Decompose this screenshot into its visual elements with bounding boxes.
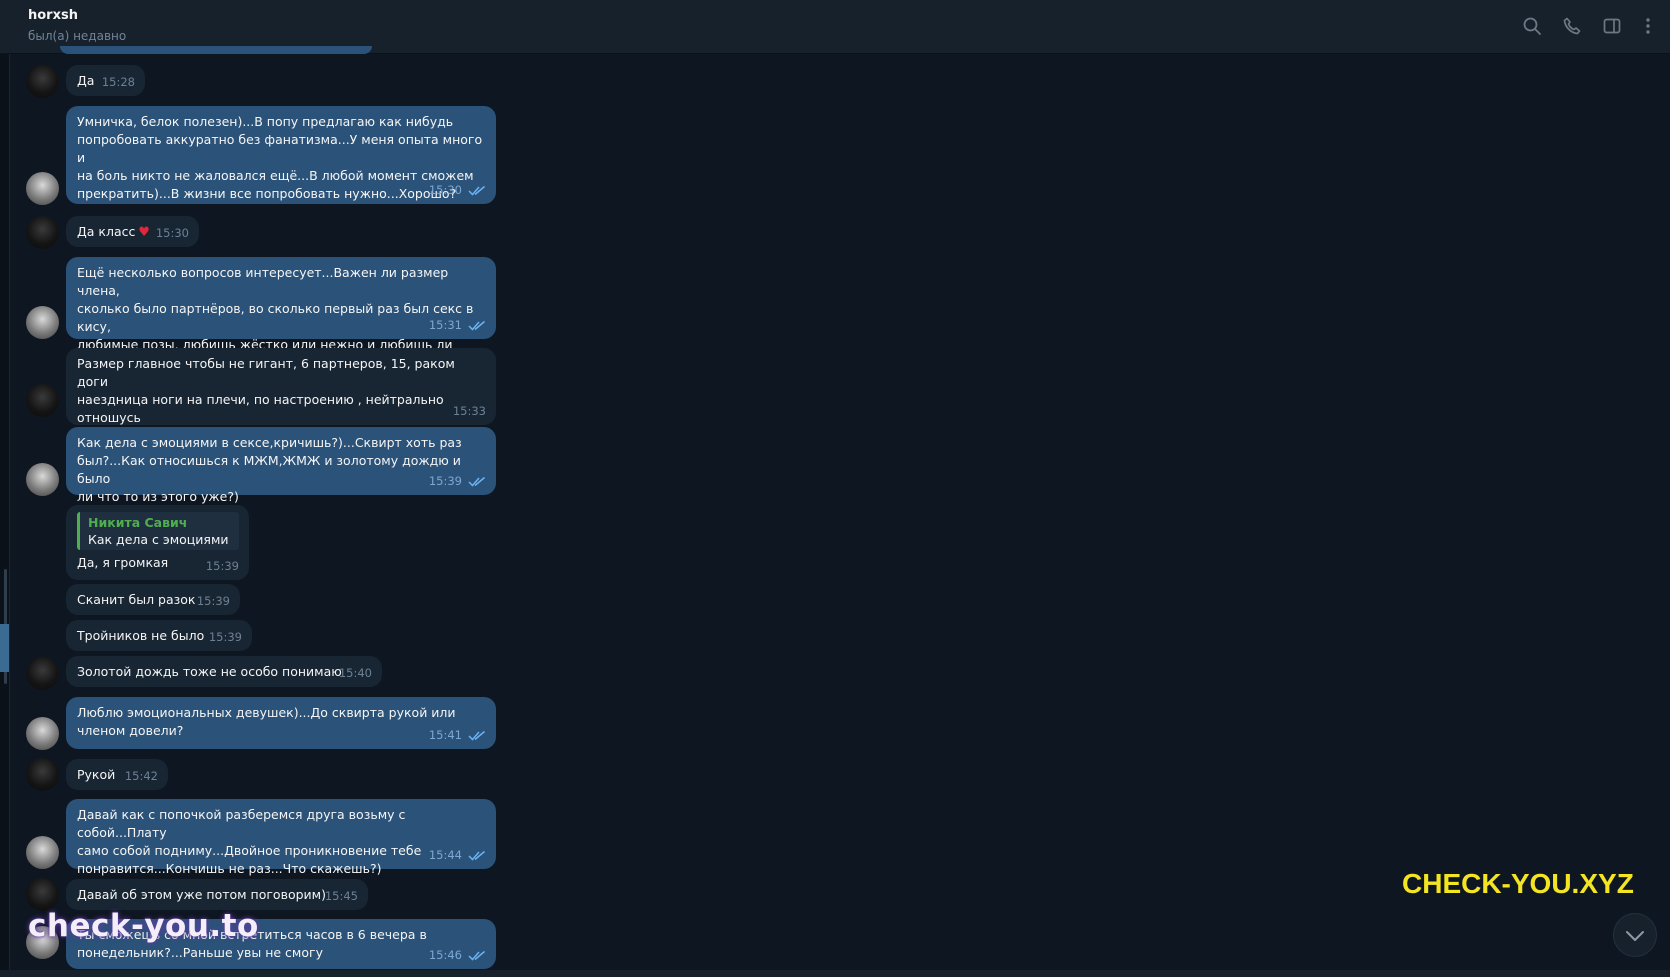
message-text: Да, я громкая <box>77 555 169 570</box>
chevron-down-icon <box>1626 931 1644 941</box>
message-meta: 15:46 <box>429 946 486 964</box>
message-meta: 15:39 <box>209 628 242 646</box>
message-bubble[interactable]: Рукой 15:42 <box>66 759 168 790</box>
message-meta: 15:44 <box>429 846 486 864</box>
message-meta: 15:40 <box>339 664 372 682</box>
message-meta: 15:39 <box>429 472 486 490</box>
message-time: 15:28 <box>101 75 135 89</box>
message-time: 15:39 <box>196 594 230 608</box>
avatar[interactable] <box>26 657 59 690</box>
search-icon[interactable] <box>1522 16 1542 36</box>
avatar[interactable] <box>26 878 59 911</box>
scroll-down-button[interactable] <box>1613 913 1657 957</box>
avatar[interactable] <box>26 384 59 417</box>
message-time: 15:41 <box>428 728 462 742</box>
message-time: 15:44 <box>428 848 462 862</box>
message-time: 15:33 <box>452 404 486 418</box>
reply-author: Никита Савич <box>88 515 188 530</box>
chat-title[interactable]: horxsh <box>28 8 78 23</box>
read-check-icon <box>468 850 485 861</box>
avatar[interactable] <box>26 65 59 98</box>
message-time: 15:39 <box>428 474 462 488</box>
heart-reaction-icon[interactable]: ♥ <box>138 224 150 242</box>
read-check-icon <box>468 730 485 741</box>
message-meta: ♥ 15:30 <box>138 224 189 242</box>
message-text: Тройников не было <box>77 628 205 643</box>
message-text: Размер главное чтобы не гигант, 6 партне… <box>77 356 455 425</box>
message-text: Сканит был разок <box>77 592 196 607</box>
message-text: Рукой <box>77 767 116 782</box>
message-text: Золотой дождь тоже не особо понимаю <box>77 664 342 679</box>
message-bubble[interactable]: Давай об этом уже потом поговорим) 15:45 <box>66 879 368 910</box>
message-bubble[interactable]: Сканит был разок 15:39 <box>66 584 240 615</box>
message-bubble[interactable]: Да класс ♥ 15:30 <box>66 216 199 247</box>
phone-icon[interactable] <box>1562 16 1582 36</box>
message-time: 15:39 <box>208 630 242 644</box>
message-text: Давай как с попочкой разберемся друга во… <box>77 807 422 876</box>
message-bubble[interactable]: Размер главное чтобы не гигант, 6 партне… <box>66 348 496 425</box>
message-text: Да класс <box>77 224 136 239</box>
message-meta: 15:45 <box>325 887 358 905</box>
reply-quote[interactable]: Никита Савич Как дела с эмоциями ... <box>77 512 239 550</box>
message-meta: 15:39 <box>197 592 230 610</box>
message-meta: 15:31 <box>429 316 486 334</box>
bottom-bar <box>0 970 1670 977</box>
watermark-left: check-you.to <box>28 908 259 944</box>
message-text: Как дела с эмоциями в сексе,кричишь?)...… <box>77 435 462 504</box>
message-meta: 15:42 <box>125 767 158 785</box>
message-text: Умничка, белок полезен)...В попу предлаг… <box>77 114 483 201</box>
message-bubble[interactable]: Давай как с попочкой разберемся друга во… <box>66 799 496 876</box>
message-bubble[interactable]: Тройников не было 15:39 <box>66 620 252 651</box>
message-text: Да <box>77 73 95 88</box>
message-text: Люблю эмоциональных девушек)...До сквирт… <box>77 705 456 738</box>
message-time: 15:39 <box>205 559 239 573</box>
avatar[interactable] <box>26 463 59 496</box>
message-meta: 15:33 <box>453 402 486 420</box>
avatar[interactable] <box>26 836 59 869</box>
message-time: 15:30 <box>155 226 189 240</box>
message-time: 15:45 <box>324 889 358 903</box>
message-time: 15:31 <box>428 318 462 332</box>
message-time: 15:40 <box>338 666 372 680</box>
message-bubble[interactable]: Как дела с эмоциями в сексе,кричишь?)...… <box>66 427 496 504</box>
message-meta: 15:41 <box>429 726 486 744</box>
message-bubble[interactable]: Золотой дождь тоже не особо понимаю 15:4… <box>66 656 382 687</box>
sidebar-toggle-icon[interactable] <box>1602 16 1622 36</box>
avatar[interactable] <box>26 717 59 750</box>
message-text: Давай об этом уже потом поговорим) <box>77 887 326 902</box>
message-time: 15:30 <box>428 183 462 197</box>
message-time: 15:42 <box>124 769 158 783</box>
message-time: 15:46 <box>428 948 462 962</box>
avatar[interactable] <box>26 172 59 205</box>
avatar[interactable] <box>26 758 59 791</box>
partial-message <box>60 46 372 54</box>
message-bubble[interactable]: Умничка, белок полезен)...В попу предлаг… <box>66 106 496 204</box>
reply-text: Как дела с эмоциями ... <box>88 532 231 547</box>
read-check-icon <box>468 320 485 331</box>
watermark-right: CHECK-YOU.XYZ <box>1402 868 1634 899</box>
message-bubble[interactable]: Люблю эмоциональных девушек)...До сквирт… <box>66 697 496 749</box>
read-check-icon <box>468 950 485 961</box>
avatar[interactable] <box>26 306 59 339</box>
message-meta: 15:30 <box>429 181 486 199</box>
chat-status: был(а) недавно <box>28 29 127 43</box>
read-check-icon <box>468 185 485 196</box>
message-bubble[interactable]: Да 15:28 <box>66 65 145 96</box>
more-icon[interactable] <box>1638 16 1658 36</box>
message-meta: 15:28 <box>102 73 135 91</box>
read-check-icon <box>468 476 485 487</box>
active-indicator <box>0 624 9 672</box>
left-panel-edge <box>0 54 10 977</box>
avatar[interactable] <box>26 216 59 249</box>
message-bubble[interactable]: Ещё несколько вопросов интересует...Важе… <box>66 257 496 370</box>
message-bubble[interactable]: Никита Савич Как дела с эмоциями ... Да,… <box>66 505 249 580</box>
message-meta: 15:39 <box>206 557 239 575</box>
